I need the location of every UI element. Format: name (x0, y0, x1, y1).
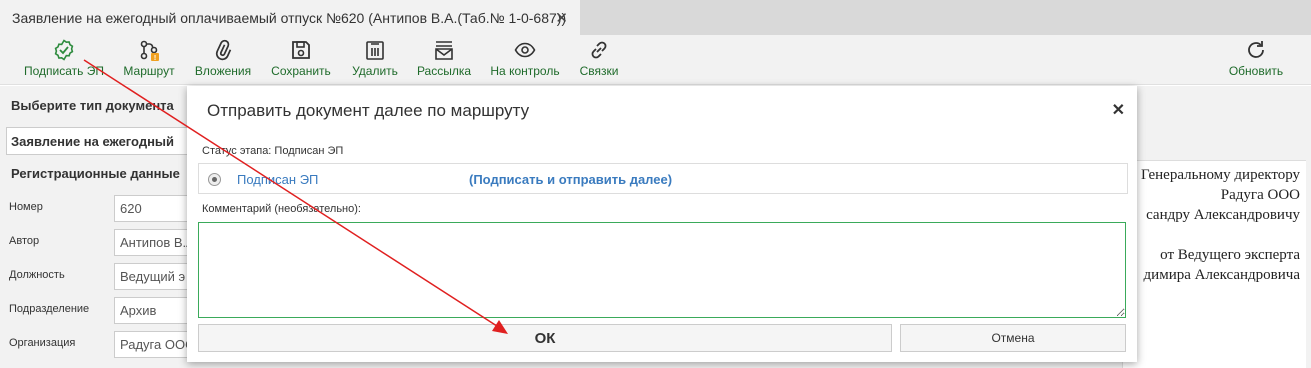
comment-label: Комментарий (необязательно): (202, 203, 361, 215)
paperclip-icon (215, 39, 232, 61)
doc-line: от Ведущего эксперта (1160, 247, 1300, 263)
doc-type-select[interactable]: Заявление на ежегодный (6, 127, 188, 155)
organization-field[interactable]: Радуга ООО (114, 331, 190, 358)
attachments-button[interactable]: Вложения (192, 39, 254, 83)
dialog-close-icon[interactable]: ✕ (1112, 100, 1125, 120)
route-option-action: (Подписать и отправить далее) (469, 172, 673, 187)
field-label-organization: Организация (9, 337, 76, 349)
eye-icon (514, 42, 536, 58)
sign-button[interactable]: Подписать ЭП (22, 39, 106, 83)
author-field[interactable]: Антипов В.А. (114, 229, 190, 256)
links-button[interactable]: Связки (576, 39, 622, 83)
floppy-icon (292, 41, 310, 59)
route-option-radio[interactable] (208, 173, 221, 186)
comment-field[interactable] (198, 222, 1126, 318)
control-button-label: На контроль (490, 64, 560, 78)
send-route-dialog: Отправить документ далее по маршруту ✕ С… (187, 86, 1137, 362)
route-icon: ! (140, 40, 159, 61)
doc-line: Радуга ООО (1220, 187, 1300, 203)
delete-button-label: Удалить (352, 64, 398, 78)
field-label-author: Автор (9, 235, 40, 247)
link-icon (591, 41, 607, 59)
mailing-button[interactable]: Рассылка (414, 39, 474, 83)
cancel-button[interactable]: Отмена (900, 324, 1126, 352)
doc-line: сандру Александровичу (1146, 207, 1300, 223)
links-button-label: Связки (579, 64, 619, 78)
field-label-position: Должность (9, 269, 65, 281)
route-button-label: Маршрут (123, 64, 175, 78)
refresh-button-label: Обновить (1228, 64, 1284, 78)
route-option-row[interactable]: Подписан ЭП (Подписать и отправить далее… (198, 163, 1128, 194)
field-label-number: Номер (9, 201, 43, 213)
doc-line: Генеральному директору (1140, 167, 1300, 183)
document-preview: Генеральному директору Радуга ООО сандру… (1122, 160, 1306, 368)
tab-close-icon[interactable]: ✕ (555, 9, 568, 27)
reg-data-heading: Регистрационные данные (11, 166, 180, 181)
attachments-button-label: Вложения (194, 64, 252, 78)
mailing-button-label: Рассылка (416, 64, 472, 78)
trash-icon (366, 41, 384, 60)
ok-button[interactable]: ОК (198, 324, 892, 352)
save-button[interactable]: Сохранить (266, 39, 336, 83)
department-field[interactable]: Архив (114, 297, 190, 324)
save-button-label: Сохранить (271, 64, 331, 78)
tab-title: Заявление на ежегодный оплачиваемый отпу… (12, 9, 567, 26)
badge-check-icon (54, 39, 74, 61)
mail-icon (435, 41, 453, 60)
dialog-title: Отправить документ далее по маршруту (207, 101, 530, 120)
doc-line: димира Александровича (1143, 267, 1300, 283)
toolbar: Подписать ЭП ! Маршрут Вложения Сохранит… (0, 35, 1311, 85)
delete-button[interactable]: Удалить (348, 39, 402, 83)
field-label-department: Подразделение (9, 303, 90, 315)
route-button[interactable]: ! Маршрут (120, 39, 178, 83)
position-field[interactable]: Ведущий э (114, 263, 190, 290)
tab-bar: Заявление на ежегодный оплачиваемый отпу… (0, 0, 1311, 35)
svg-text:!: ! (154, 55, 156, 61)
route-option-label[interactable]: Подписан ЭП (237, 172, 318, 187)
sign-button-label: Подписать ЭП (24, 64, 104, 78)
refresh-icon (1248, 41, 1264, 58)
number-field[interactable]: 620 (114, 195, 190, 222)
document-tab[interactable]: Заявление на ежегодный оплачиваемый отпу… (0, 0, 580, 35)
doc-type-heading: Выберите тип документа (11, 98, 174, 113)
refresh-button[interactable]: Обновить (1224, 39, 1288, 83)
stage-status-label: Статус этапа: Подписан ЭП (202, 145, 344, 157)
control-button[interactable]: На контроль (486, 39, 564, 83)
